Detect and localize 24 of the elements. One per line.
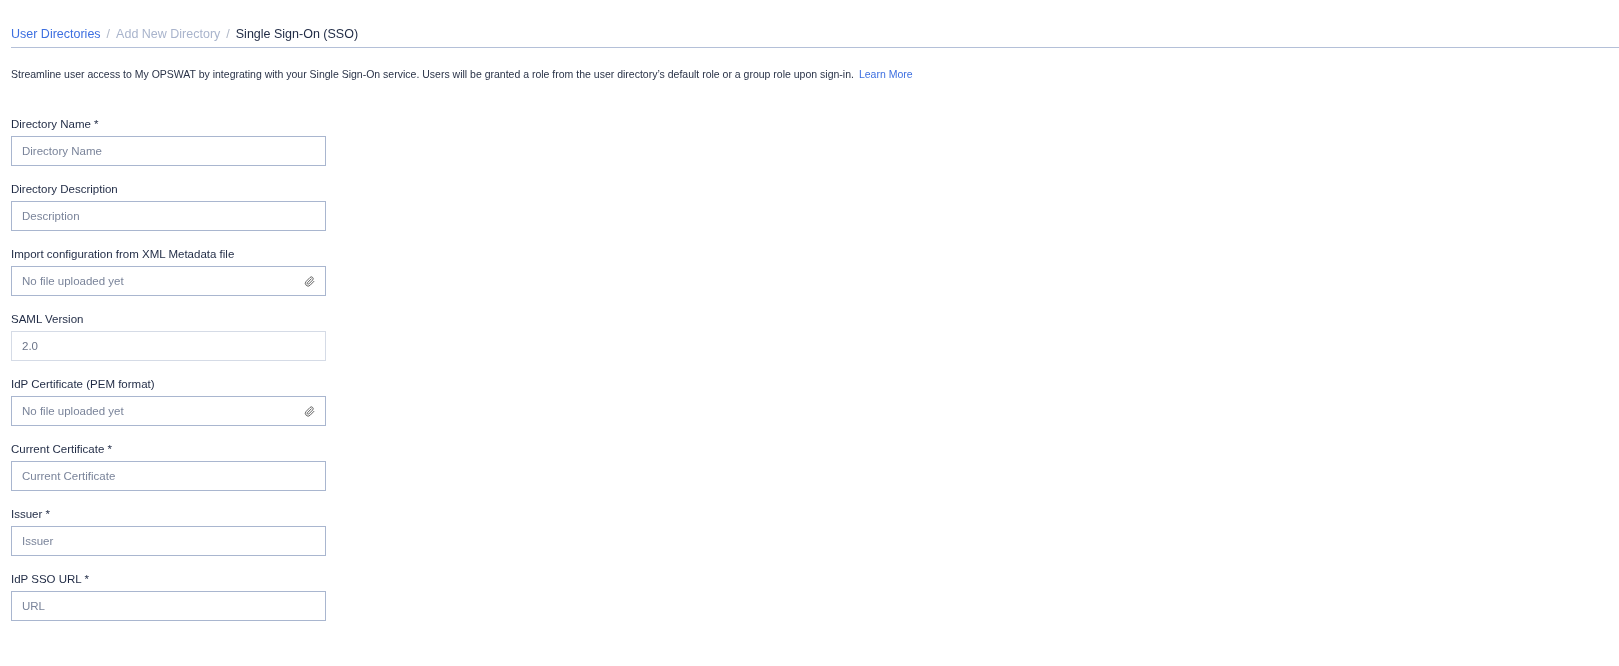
field-label: Directory Description bbox=[11, 183, 119, 195]
file-upload-field[interactable]: No file uploaded yet bbox=[11, 266, 326, 296]
field-label: Directory Name * bbox=[11, 118, 100, 130]
paperclip-icon[interactable] bbox=[304, 405, 315, 417]
field-label: IdP SSO URL * bbox=[11, 573, 90, 585]
breadcrumb-item[interactable]: User Directories bbox=[11, 27, 101, 41]
breadcrumb-item: Single Sign-On (SSO) bbox=[235, 27, 359, 41]
learn-more-link[interactable]: Learn More bbox=[858, 68, 913, 80]
field-label: Current Certificate * bbox=[11, 443, 113, 455]
input-field[interactable]: URL bbox=[11, 591, 326, 621]
intro-text: Streamline user access to My OPSWAT by integrating with your Single Sign-On service. Users will be granted a role from the user directory’s default role or a group role upon sign-in. Learn More bbox=[11, 68, 914, 80]
breadcrumb-separator: / bbox=[226, 27, 230, 41]
field-label: Issuer * bbox=[11, 508, 51, 520]
file-upload-field[interactable]: No file uploaded yet bbox=[11, 396, 326, 426]
breadcrumb-separator: / bbox=[106, 27, 111, 41]
breadcrumb-item: Add New Directory bbox=[116, 27, 221, 41]
input-field[interactable]: Directory Name bbox=[11, 136, 326, 166]
input-field[interactable]: Issuer bbox=[11, 526, 326, 556]
field-label: SAML Version bbox=[11, 313, 85, 325]
input-field[interactable]: Current Certificate bbox=[11, 461, 326, 491]
field-label: IdP Certificate (PEM format) bbox=[11, 378, 156, 390]
input-field[interactable]: Description bbox=[11, 201, 326, 231]
field-label: Import configuration from XML Metadata file bbox=[11, 248, 236, 260]
paperclip-icon[interactable] bbox=[304, 275, 315, 287]
